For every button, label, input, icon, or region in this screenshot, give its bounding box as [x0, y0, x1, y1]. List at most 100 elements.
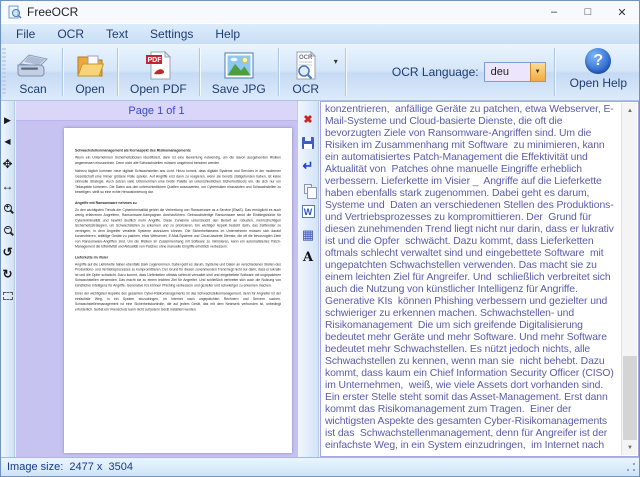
app-logo-icon	[8, 5, 22, 19]
ocr-button-label: OCR	[292, 82, 319, 96]
title-bar: FreeOCR – □ ✕	[1, 1, 639, 23]
fit-width-icon: ↔	[2, 180, 14, 192]
open-folder-icon	[75, 49, 105, 81]
pan-icon: ✥	[2, 158, 12, 170]
word-wrap-button[interactable]: ↵	[298, 154, 318, 177]
copy-icon	[304, 184, 312, 194]
doc-paragraph: Nahezu täglich kommen neue digitale Schw…	[75, 169, 281, 195]
previous-page-button[interactable]: ◀	[1, 131, 15, 153]
preview-tool-rail: ▶ ◀ ✥ ↔ + − ↺ ↻	[1, 101, 15, 457]
scan-button-label: Scan	[19, 82, 46, 96]
document-preview[interactable]: Schwachstellenmanagement als Kernaspekt …	[64, 128, 292, 453]
maximize-button[interactable]: □	[571, 1, 605, 23]
zoom-in-icon: +	[4, 204, 12, 212]
rotate-right-button[interactable]: ↻	[1, 263, 15, 285]
vertical-scrollbar[interactable]: ▲ ▼	[621, 103, 637, 455]
menu-ocr[interactable]: OCR	[46, 25, 95, 43]
save-jpg-button[interactable]: Save JPG	[203, 44, 275, 100]
open-pdf-button-label: Open PDF	[130, 82, 187, 96]
scrollbar-thumb[interactable]	[623, 356, 637, 440]
menu-text[interactable]: Text	[95, 25, 139, 43]
toolbar-separator	[199, 48, 200, 96]
zoom-out-icon: −	[4, 226, 12, 234]
preview-panel: Page 1 of 1 Schwachstellenmanagement als…	[16, 101, 297, 457]
export-table-button[interactable]: ▦	[298, 223, 318, 246]
svg-text:PDF: PDF	[148, 57, 163, 64]
zoom-in-button[interactable]: +	[1, 197, 15, 219]
menu-settings[interactable]: Settings	[139, 25, 204, 43]
toolbar-separator	[62, 48, 63, 96]
ocr-language-label: OCR Language:	[392, 65, 479, 79]
rotate-left-icon: ↺	[2, 246, 12, 258]
image-size-status: Image size: 2477 x 3504	[1, 461, 133, 473]
scroll-up-arrow[interactable]: ▲	[622, 103, 638, 118]
pdf-document-icon: PDF	[143, 49, 173, 81]
menu-help[interactable]: Help	[204, 25, 251, 43]
menu-file[interactable]: File	[5, 25, 46, 43]
rotate-right-icon: ↻	[2, 268, 12, 280]
export-word-button[interactable]: W	[298, 200, 318, 223]
ocr-dropdown-arrow[interactable]: ▾	[330, 57, 342, 66]
minimize-button[interactable]: –	[537, 1, 571, 23]
doc-paragraph: Einer der wichtigsten Aspekte des gesamt…	[75, 292, 281, 313]
doc-heading: Lieferkette im Visier	[75, 255, 281, 261]
next-page-icon: ▶	[4, 116, 11, 125]
clear-text-icon: ✖	[303, 113, 312, 126]
doc-paragraph: Wenn ein Unternehmen Sicherheitslücken i…	[75, 156, 281, 167]
select-area-button[interactable]	[1, 285, 15, 307]
scan-button[interactable]: Scan	[7, 44, 59, 100]
save-text-icon	[302, 137, 314, 149]
toolbar-separator	[117, 48, 118, 96]
status-bar: Image size: 2477 x 3504	[1, 457, 639, 476]
open-help-label: Open Help	[570, 76, 627, 90]
chevron-down-icon: ▼	[535, 69, 541, 75]
clear-text-button[interactable]: ✖	[298, 108, 318, 131]
ocr-language-select[interactable]: deu ▼	[484, 62, 546, 82]
window-controls: – □ ✕	[537, 1, 639, 23]
table-export-icon: ▦	[302, 228, 314, 241]
page-indicator: Page 1 of 1	[16, 101, 297, 121]
freeocr-window: FreeOCR – □ ✕ File OCR Text Settings Hel…	[0, 0, 640, 477]
open-pdf-button[interactable]: PDF Open PDF	[121, 44, 196, 100]
language-dropdown-button[interactable]: ▼	[530, 63, 545, 81]
word-wrap-icon: ↵	[303, 158, 314, 174]
selection-rectangle-icon	[3, 292, 13, 300]
ocr-text-area[interactable]: konzentrieren, anfällige Geräte zu patch…	[325, 104, 619, 450]
copy-text-button[interactable]	[298, 177, 318, 200]
rotate-left-button[interactable]: ↺	[1, 241, 15, 263]
next-page-button[interactable]: ▶	[1, 109, 15, 131]
ocr-button[interactable]: OCR OCR	[282, 44, 330, 100]
menu-bar: File OCR Text Settings Help	[1, 23, 639, 44]
zoom-out-button[interactable]: −	[1, 219, 15, 241]
save-text-button[interactable]	[298, 131, 318, 154]
open-help-button[interactable]: ? Open Help	[562, 44, 635, 100]
save-jpg-button-label: Save JPG	[212, 82, 266, 96]
ocr-text-panel: konzentrieren, anfällige Geräte zu patch…	[320, 101, 639, 457]
toolbar-separator	[554, 48, 555, 96]
image-icon	[224, 49, 254, 81]
toolbar-separator	[345, 48, 346, 96]
svg-text:OCR: OCR	[299, 55, 313, 61]
main-area: ▶ ◀ ✥ ↔ + − ↺ ↻ Page 1 of 1 Schwachstell…	[1, 101, 639, 457]
open-button[interactable]: Open	[66, 44, 114, 100]
text-tool-rail: ✖ ↵ W ▦ A	[297, 101, 319, 457]
word-export-icon: W	[302, 205, 315, 218]
previous-page-icon: ◀	[4, 138, 10, 146]
font-button[interactable]: A	[298, 246, 318, 269]
open-button-label: Open	[75, 82, 104, 96]
close-button[interactable]: ✕	[605, 1, 639, 23]
doc-heading: Angriffe mit Ransomware nehmen zu	[75, 200, 281, 206]
doc-paragraph: Zu den wichtigsten Trends der Cyberkrimi…	[75, 208, 281, 250]
help-icon: ?	[585, 48, 611, 74]
resize-grip[interactable]	[625, 461, 637, 473]
font-icon: A	[303, 250, 313, 265]
doc-paragraph: Angriffe auf die Lieferkette haben ebenf…	[75, 262, 281, 288]
pan-button[interactable]: ✥	[1, 153, 15, 175]
doc-heading: Schwachstellenmanagement als Kernaspekt …	[75, 148, 281, 154]
fit-width-button[interactable]: ↔	[1, 175, 15, 197]
scroll-down-arrow[interactable]: ▼	[622, 440, 638, 455]
toolbar-separator	[278, 48, 279, 96]
document-preview-content: Schwachstellenmanagement als Kernaspekt …	[64, 128, 292, 331]
scanner-icon	[16, 49, 50, 81]
ocr-language-value: deu	[485, 63, 530, 81]
